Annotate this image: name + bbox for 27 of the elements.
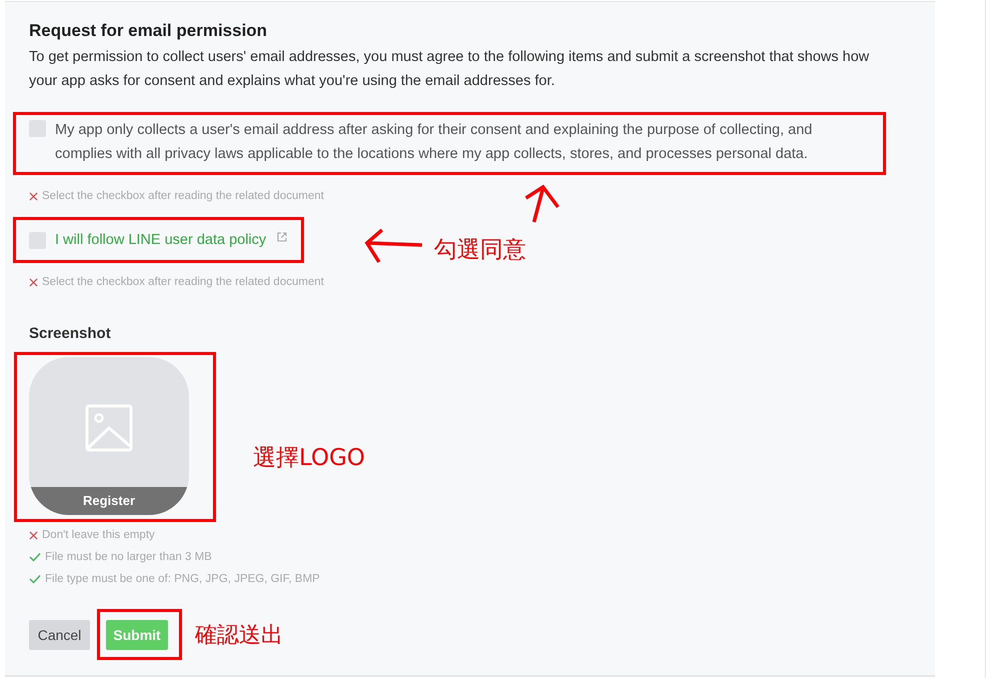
annotation-arrow [362, 227, 424, 265]
checkbox[interactable] [29, 232, 46, 248]
image-icon [85, 404, 133, 452]
hint-text: Select the checkbox after reading the related document [42, 275, 324, 290]
register-button[interactable]: Register [29, 487, 189, 515]
cross-icon [29, 530, 38, 540]
field-label: Screenshot [29, 324, 112, 344]
cross-icon [29, 278, 38, 286]
cross-icon [29, 192, 38, 200]
consent-text: My app only collects a user's email address after asking for their consent and explaining the purpose of collecting, and complies with all privacy laws applicable to the locations where my app collects, stores, and processes personal data. [55, 121, 814, 164]
annotation-text: 勾選同意 [434, 236, 526, 265]
annotation-arrow [522, 182, 562, 224]
hint-text: Don't leave this empty [42, 528, 155, 543]
hint-text: Select the checkbox after reading the related document [42, 189, 324, 204]
check-icon [29, 574, 41, 584]
hint-text: File must be no larger than 3 MB [45, 550, 212, 565]
hint-text: File type must be one of: PNG, JPG, JPEG, GIF, BMP [45, 572, 320, 587]
description: To get permission to collect users' email addresses, you must agree to the following items and submit a screenshot that shows how your app asks for consent and explains what you're using the email addresses for. [29, 48, 870, 91]
section-title: Request for email permission [29, 20, 268, 42]
check-icon [29, 552, 41, 562]
external-link-icon [276, 231, 288, 243]
policy-link[interactable]: I will follow LINE user data policy [55, 228, 266, 252]
checkbox[interactable] [29, 120, 46, 137]
annotation-text: 選擇LOGO [253, 444, 366, 472]
annotation-text: 確認送出 [195, 622, 283, 650]
cancel-button[interactable]: Cancel [29, 620, 90, 650]
image-upload-tile[interactable]: Register [29, 357, 189, 515]
